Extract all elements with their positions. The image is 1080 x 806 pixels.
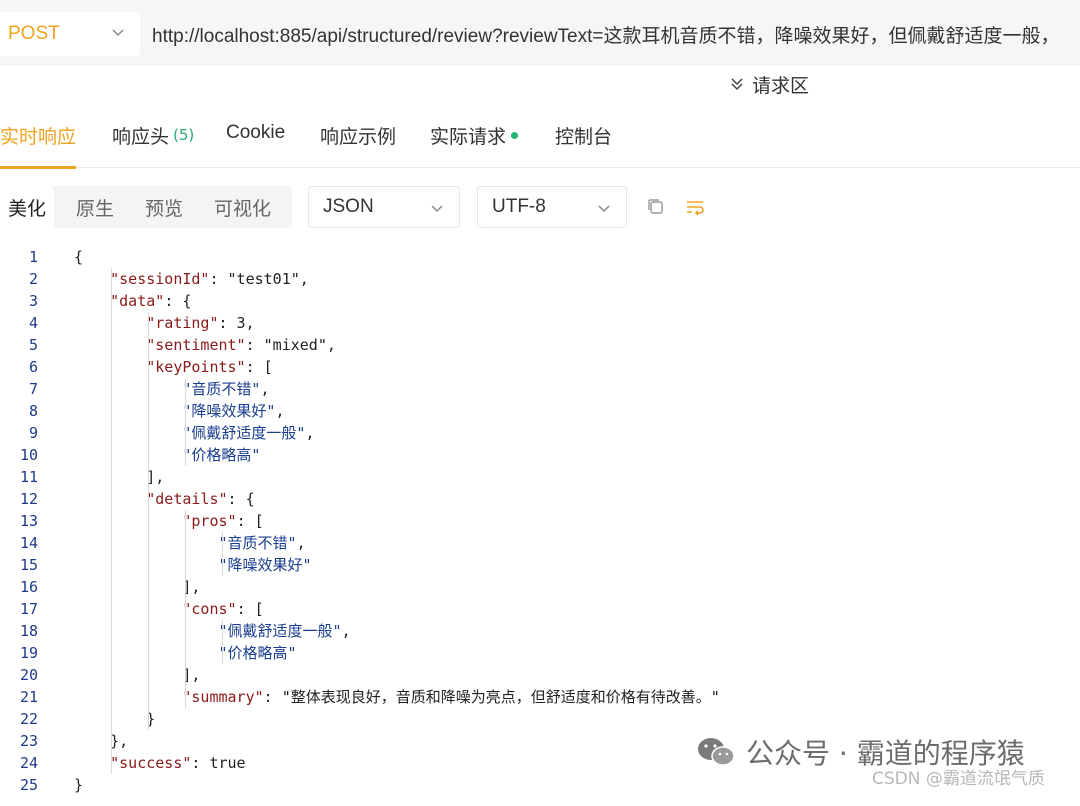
method-select[interactable]: POST xyxy=(0,12,140,56)
code-line: "价格略高" xyxy=(182,446,261,464)
code-line: "summary": "整体表现良好，音质和降噪为亮点，但舒适度和价格有待改善。… xyxy=(182,688,720,706)
format-visualize[interactable]: 可视化 xyxy=(206,186,279,228)
line-number: 10 xyxy=(19,446,38,464)
tab-cookie[interactable]: Cookie xyxy=(226,122,285,168)
tab-console[interactable]: 控制台 xyxy=(555,122,612,168)
code-line: } xyxy=(74,776,84,794)
code-line: "sessionId": "test01", xyxy=(110,270,309,288)
url-input[interactable]: http://localhost:885/api/structured/revi… xyxy=(152,12,1080,56)
indent-guide xyxy=(148,312,149,730)
tab-label: 响应头 xyxy=(112,126,170,148)
line-number: 23 xyxy=(19,732,38,750)
code-line: "降噪效果好" xyxy=(218,556,312,574)
request-section-toggle[interactable]: 请求区 xyxy=(728,70,809,98)
line-number: 17 xyxy=(19,600,38,618)
indent-guide xyxy=(222,532,223,576)
line-number: 18 xyxy=(19,622,38,640)
chevron-down-icon xyxy=(112,29,124,37)
json-viewer: 1 {2 "sessionId": "test01", 3 "data": { 4 "… xyxy=(0,246,1080,806)
line-number: 16 xyxy=(19,578,38,596)
watermark-sub: CSDN @霸道流氓气质 xyxy=(872,769,1045,789)
line-number: 9 xyxy=(28,424,38,442)
line-number: 25 xyxy=(19,776,38,794)
tab-actual-request[interactable]: 实际请求 xyxy=(430,122,519,168)
code-line: "sentiment": "mixed", xyxy=(146,336,336,354)
indent-guide xyxy=(185,510,186,708)
line-number: 2 xyxy=(28,270,38,288)
line-number: 13 xyxy=(19,512,38,530)
method-label: POST xyxy=(8,23,60,44)
indent-guide xyxy=(111,268,112,774)
code-line: }, xyxy=(74,732,129,750)
code-line: "音质不错", xyxy=(218,534,306,552)
line-number: 7 xyxy=(28,380,38,398)
indent-guide xyxy=(185,378,186,466)
copy-icon[interactable] xyxy=(645,196,667,218)
code-line: "success": true xyxy=(110,754,246,772)
code-line: { xyxy=(74,248,84,266)
format-switcher: 美化 原生 预览 可视化 xyxy=(0,186,292,228)
code-line: "data": { xyxy=(110,292,192,310)
content-type-value: JSON xyxy=(323,196,374,217)
code-line: "details": { xyxy=(146,490,255,508)
code-line: "pros": [ xyxy=(182,512,264,530)
code-line: "佩戴舒适度一般", xyxy=(218,622,351,640)
line-number: 3 xyxy=(28,292,38,310)
content-type-select[interactable]: JSON xyxy=(308,186,460,228)
line-number: 14 xyxy=(19,534,38,552)
code-line: "rating": 3, xyxy=(146,314,255,332)
code-line: "降噪效果好", xyxy=(182,402,285,420)
code-line: } xyxy=(74,710,156,728)
line-number: 1 xyxy=(28,248,38,266)
status-dot xyxy=(511,132,519,139)
line-number: 5 xyxy=(28,336,38,354)
chevron-down-icon xyxy=(598,205,610,213)
line-number: 21 xyxy=(19,688,38,706)
line-number: 19 xyxy=(19,644,38,662)
line-number: 22 xyxy=(19,710,38,728)
tab-label: 响应示例 xyxy=(320,126,397,148)
chevron-down-icon xyxy=(431,205,443,213)
encoding-select[interactable]: UTF-8 xyxy=(477,186,627,228)
code-line: "音质不错", xyxy=(182,380,270,398)
tab-label: 实时响应 xyxy=(0,126,77,148)
code-line: "cons": [ xyxy=(182,600,264,618)
tab-response-example[interactable]: 响应示例 xyxy=(320,122,396,168)
response-tabs: 实时响应 响应头 (5) Cookie 响应示例 实际请求 控制台 xyxy=(0,104,1080,169)
header-count-badge: (5) xyxy=(173,126,195,144)
line-number: 15 xyxy=(19,556,38,574)
line-number: 20 xyxy=(19,666,38,684)
code-line: ], xyxy=(74,578,201,596)
line-number: 4 xyxy=(28,314,38,332)
format-preview[interactable]: 预览 xyxy=(137,186,191,228)
tab-label: Cookie xyxy=(226,122,286,143)
tab-response-headers[interactable]: 响应头 (5) xyxy=(112,122,194,168)
line-number: 11 xyxy=(19,468,38,486)
tab-label: 实际请求 xyxy=(430,126,507,148)
tab-label: 控制台 xyxy=(555,126,613,148)
wechat-icon xyxy=(698,738,735,766)
line-number: 6 xyxy=(28,358,38,376)
double-chevron-down-icon xyxy=(731,78,743,91)
line-number: 8 xyxy=(28,402,38,420)
code-line: ], xyxy=(74,468,165,486)
line-number: 12 xyxy=(19,490,38,508)
format-raw[interactable]: 原生 xyxy=(68,186,122,228)
indent-guide xyxy=(222,620,223,664)
line-number: 24 xyxy=(19,754,38,772)
response-toolbar: 美化 原生 预览 可视化 JSON UTF-8 xyxy=(0,186,1080,230)
code-line: ], xyxy=(74,666,201,684)
request-section-label: 请求区 xyxy=(752,74,810,97)
tab-live-response[interactable]: 实时响应 xyxy=(0,122,77,169)
encoding-value: UTF-8 xyxy=(492,196,546,217)
code-line: "keyPoints": [ xyxy=(146,358,273,376)
format-pretty[interactable]: 美化 xyxy=(0,186,55,228)
request-bar: POST http://localhost:885/api/structured… xyxy=(0,0,1080,66)
word-wrap-icon[interactable] xyxy=(684,196,706,218)
